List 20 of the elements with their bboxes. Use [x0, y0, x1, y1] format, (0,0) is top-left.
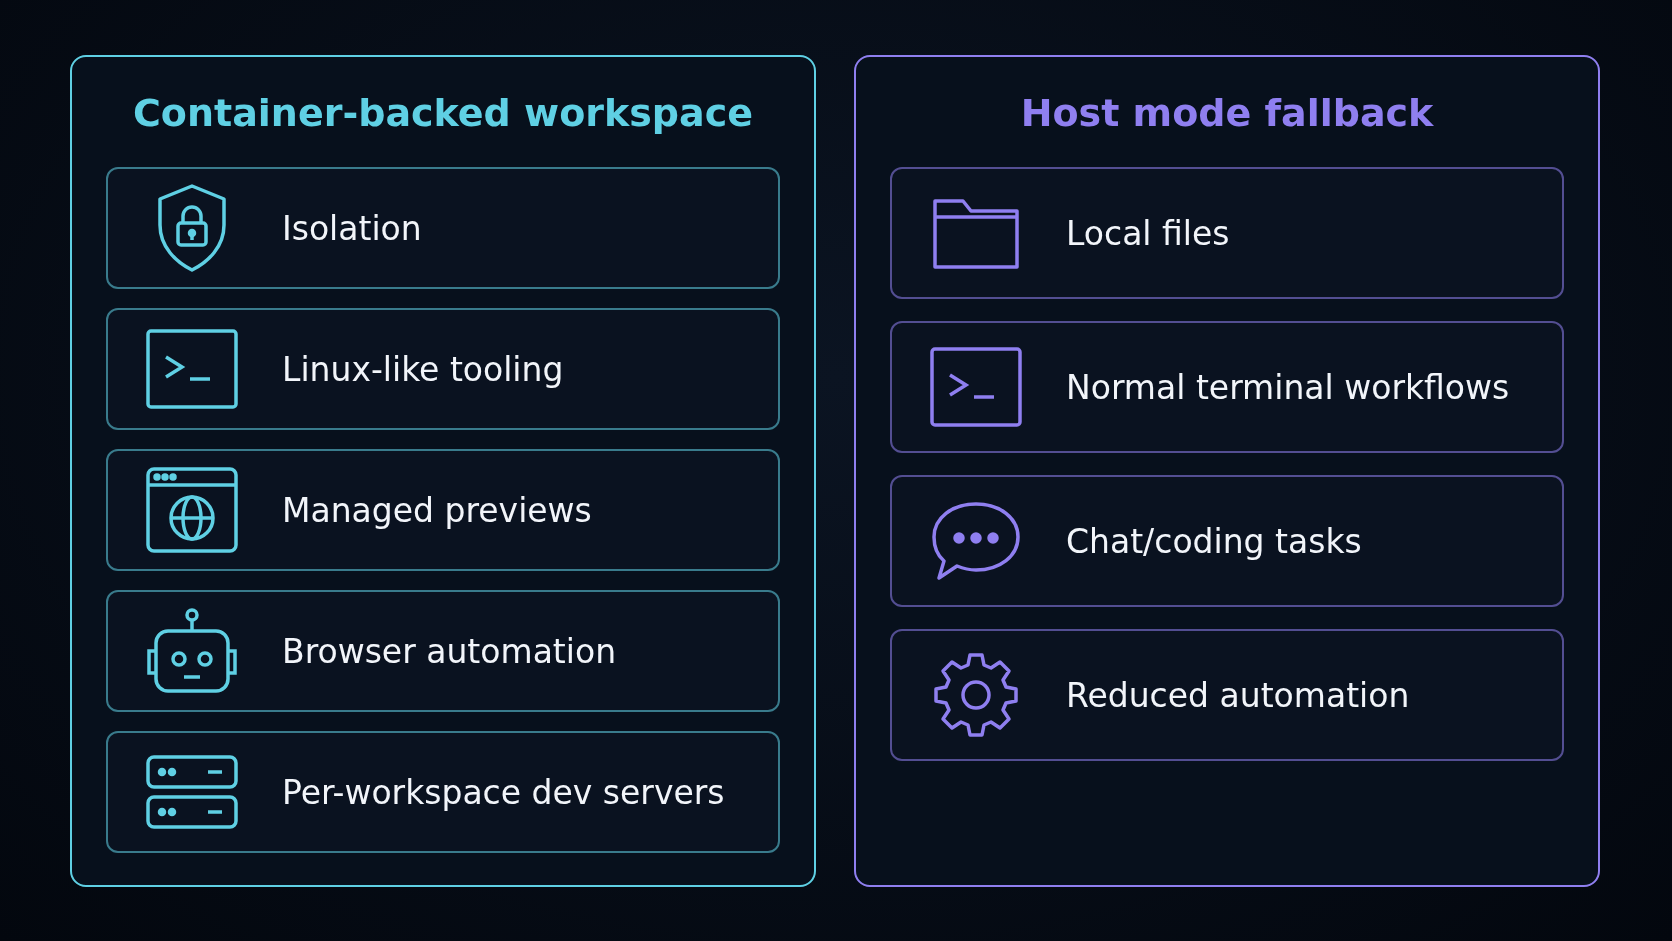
feature-label: Normal terminal workflows: [1066, 367, 1510, 407]
panel-title: Host mode fallback: [1019, 91, 1435, 137]
feature-label: Linux-like tooling: [282, 349, 564, 389]
settings-icon: [933, 652, 1019, 738]
feature-label: Browser automation: [282, 631, 617, 671]
server-icon: [146, 755, 238, 829]
feature-label: Local files: [1066, 213, 1230, 253]
robot-icon: [146, 607, 238, 695]
feature-label: Isolation: [282, 208, 422, 248]
folder-icon: [933, 197, 1019, 269]
globe-window-icon: [146, 467, 238, 553]
feature-label: Reduced automation: [1066, 675, 1410, 715]
feature-label: Per-workspace dev servers: [282, 772, 725, 812]
panel-title: Container-backed workspace: [132, 91, 754, 137]
terminal-icon: [930, 347, 1022, 427]
terminal-icon: [146, 329, 238, 409]
feature-label: Managed previews: [282, 490, 592, 530]
shield-lock-icon: [156, 183, 228, 273]
chat-bubble-icon: [931, 501, 1021, 581]
feature-label: Chat/coding tasks: [1066, 521, 1362, 561]
